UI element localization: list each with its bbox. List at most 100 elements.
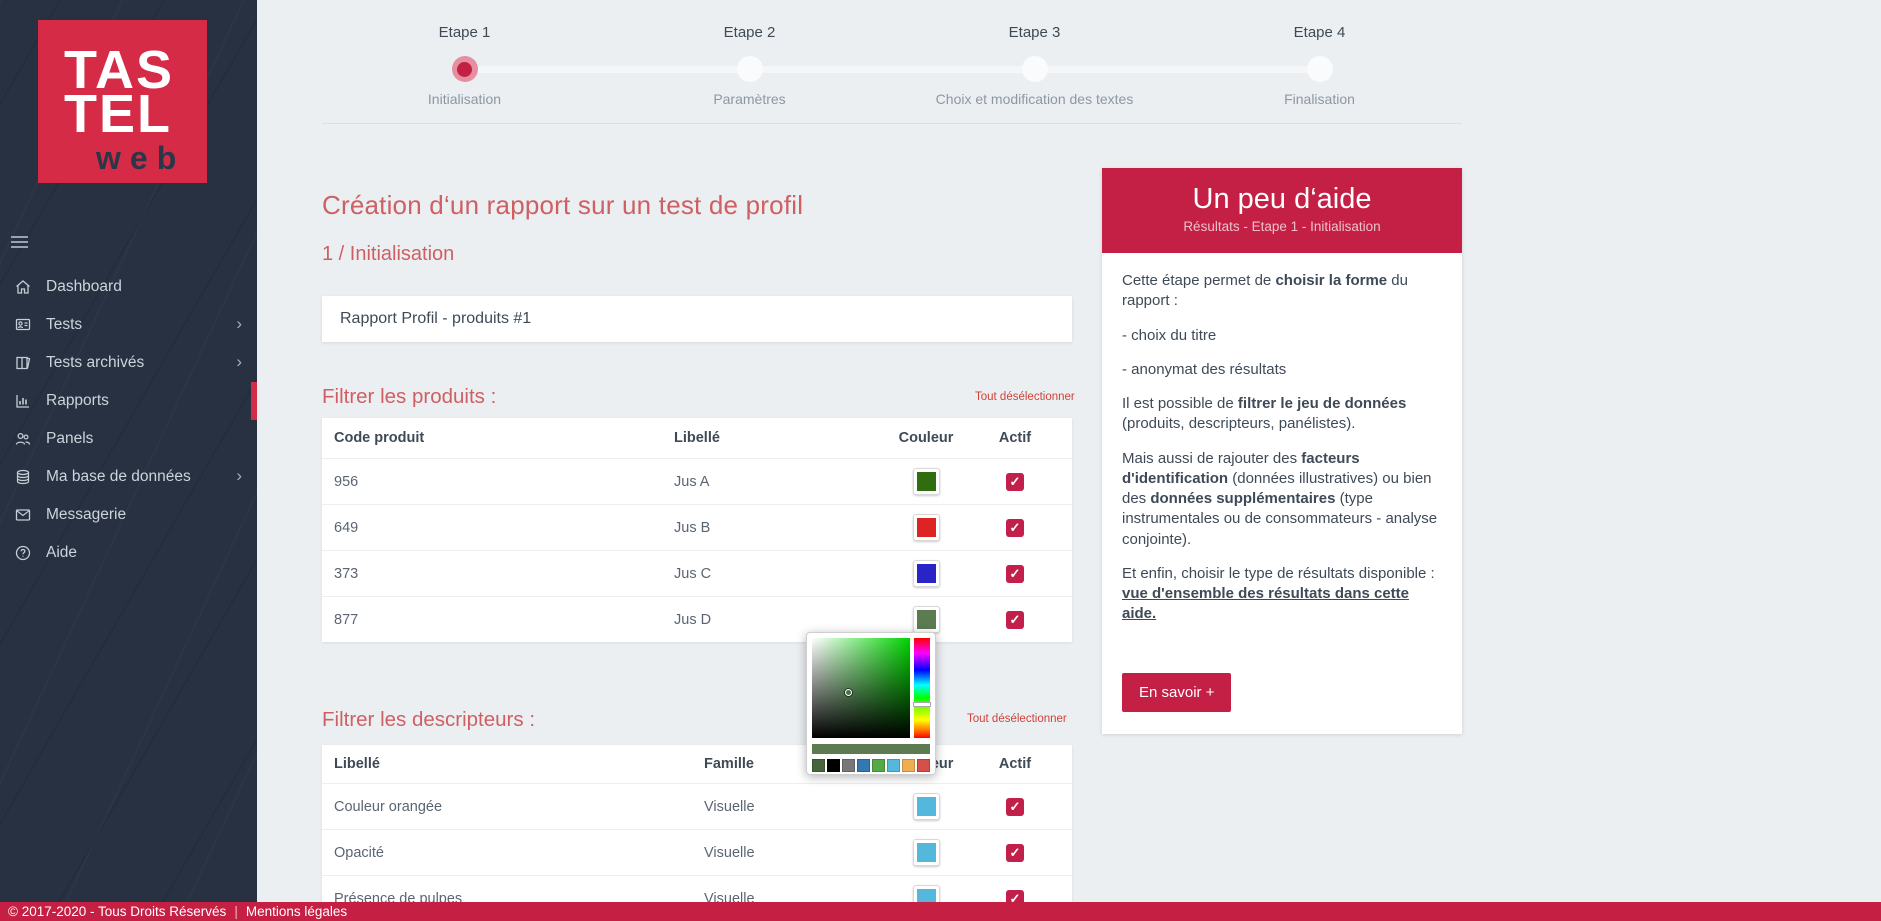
sidebar-item[interactable]: Dashboard › [0,268,257,306]
footer-separator: | [234,904,238,919]
palette-swatch[interactable] [827,759,840,772]
hue-strip[interactable] [914,638,930,738]
users-icon [14,430,34,448]
active-checkbox[interactable]: ✓ [1006,473,1024,491]
hue-slider[interactable] [913,702,931,707]
step-name-label: Choix et modification des textes [892,91,1177,107]
saturation-value-area[interactable] [812,638,910,738]
app-page: TAS TEL web Dashboard › Tests › [0,0,1881,921]
descriptor-row: Opacité Visuelle ✓ [322,829,1072,875]
palette-swatch[interactable] [887,759,900,772]
step-name-label: Initialisation [322,91,607,107]
color-swatch-button[interactable] [913,514,940,541]
sidebar-item-label: Tests archivés [46,354,144,372]
sidebar-item-label: Dashboard [46,278,122,296]
column-header: Code produit [330,430,670,446]
sidebar-item[interactable]: Tests › [0,306,257,344]
palette-swatch[interactable] [872,759,885,772]
descriptors-section-heading: Filtrer les descripteurs : [322,708,535,732]
color-swatch [917,472,936,491]
color-swatch-button[interactable] [913,839,940,866]
palette-swatch[interactable] [842,759,855,772]
active-checkbox[interactable]: ✓ [1006,565,1024,583]
test-icon [14,316,34,334]
help-text-segment: filtrer le jeu de données [1238,395,1406,412]
help-text-segment: - anonymat des résultats [1122,361,1286,378]
color-swatch [917,843,936,862]
saturation-cursor[interactable] [845,689,852,696]
descriptors-table: Libellé Famille Couleur Actif Couleur or… [322,745,1072,921]
color-swatch-button[interactable] [913,560,940,587]
descriptor-label: Couleur orangée [330,799,700,815]
mail-icon [14,506,34,524]
sidebar-item-label: Messagerie [46,506,126,524]
palette-swatch[interactable] [812,759,825,772]
learn-more-button[interactable]: En savoir + [1122,673,1231,712]
sidebar-item[interactable]: Ma base de données › [0,458,257,496]
step-dot [452,56,478,82]
help-icon [14,544,34,562]
column-header: Libellé [330,756,700,772]
step-subtitle: 1 / Initialisation [322,243,454,266]
product-code: 649 [330,520,670,536]
product-code: 877 [330,612,670,628]
color-swatch [917,518,936,537]
sidebar-collapse-icon[interactable] [11,236,28,251]
palette-swatch[interactable] [857,759,870,772]
color-swatch [917,564,936,583]
help-title: Un peu d‘aide [1102,168,1462,216]
color-swatch-button[interactable] [913,793,940,820]
sidebar-item-label: Aide [46,544,77,562]
column-header: Libellé [670,430,882,446]
palette-swatch[interactable] [917,759,930,772]
wizard-step: Etape 1 Initialisation [322,20,607,107]
active-checkbox[interactable]: ✓ [1006,611,1024,629]
help-paragraph: Il est possible de filtrer le jeu de don… [1122,394,1442,435]
help-text-segment: Mais aussi de rajouter des [1122,450,1301,467]
help-text-segment: choisir la forme [1275,272,1387,289]
page-title: Création d‘un rapport sur un test de pro… [322,190,803,221]
products-section-heading: Filtrer les produits : [322,385,496,409]
sidebar-item[interactable]: Rapports › [0,382,257,420]
logo-web-text: web [96,140,207,177]
report-name-input[interactable] [322,296,1072,342]
step-dot [1307,56,1333,82]
logo-text: TAS TEL [38,20,207,136]
color-swatch-button[interactable] [913,606,940,633]
help-panel: Un peu d‘aide Résultats - Etape 1 - Init… [1102,168,1462,734]
sidebar-item[interactable]: Tests archivés › [0,344,257,382]
products-deselect-all-link[interactable]: Tout désélectionner [975,391,1075,403]
legal-notice-link[interactable]: Mentions légales [246,904,347,919]
report-chart-icon [14,392,34,410]
footer-bar: © 2017-2020 - Tous Droits Réservés | Men… [0,902,1881,921]
sidebar-item-label: Panels [46,430,93,448]
header-divider [322,123,1462,124]
sidebar-item[interactable]: Panels › [0,420,257,458]
wizard-stepper: Etape 1 Initialisation Etape 2 Paramètre… [322,20,1462,115]
help-text-segment: Il est possible de [1122,395,1238,412]
step-name-label: Paramètres [607,91,892,107]
descriptors-deselect-all-link[interactable]: Tout désélectionner [967,713,1067,725]
current-color-bar [812,744,930,754]
product-row: 877 Jus D ✓ [322,596,1072,642]
help-paragraph: - anonymat des résultats [1122,360,1442,380]
wizard-step: Etape 4 Finalisation [1177,20,1462,107]
help-paragraph: Et enfin, choisir le type de résultats d… [1122,564,1442,625]
active-checkbox[interactable]: ✓ [1006,519,1024,537]
palette-swatch[interactable] [902,759,915,772]
step-name-label: Finalisation [1177,91,1462,107]
sidebar-item[interactable]: Aide › [0,534,257,572]
sidebar-item-label: Ma base de données [46,468,191,486]
sidebar-item[interactable]: Messagerie › [0,496,257,534]
archive-icon [14,354,34,372]
active-checkbox[interactable]: ✓ [1006,798,1024,816]
product-row: 649 Jus B ✓ [322,504,1072,550]
help-inline-link[interactable]: vue d'ensemble des résultats dans cette … [1122,585,1409,622]
help-text-segment: (produits, descripteurs, panélistes). [1122,415,1355,432]
product-code: 956 [330,474,670,490]
active-checkbox[interactable]: ✓ [1006,844,1024,862]
color-swatch-button[interactable] [913,468,940,495]
help-body: Cette étape permet de choisir la forme d… [1102,253,1462,647]
products-table-header: Code produit Libellé Couleur Actif [322,418,1072,458]
wizard-step: Etape 2 Paramètres [607,20,892,107]
